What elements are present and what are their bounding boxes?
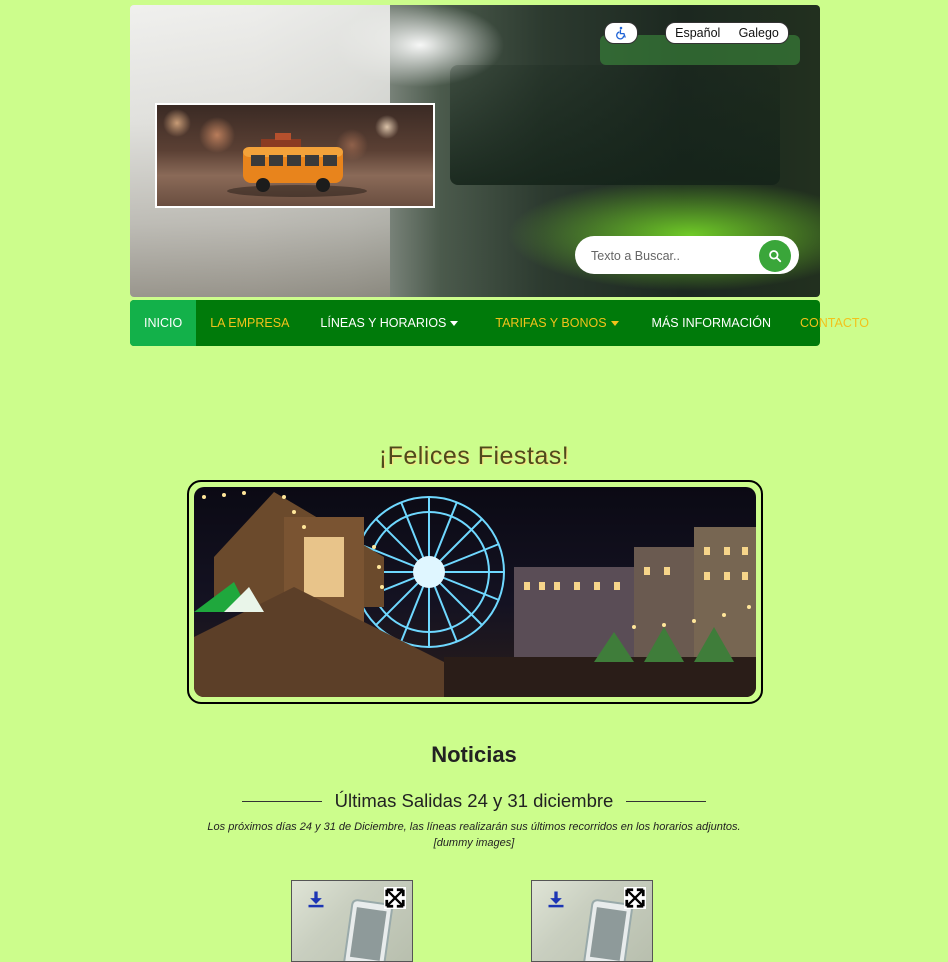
logo-image[interactable] — [155, 103, 435, 208]
news-heading: Noticias — [431, 742, 517, 767]
accessibility-button[interactable] — [604, 22, 638, 44]
fiestas-banner — [187, 480, 763, 704]
divider-line — [626, 800, 707, 802]
divider-line — [241, 800, 322, 802]
wheelchair-icon — [616, 26, 626, 40]
nav-label: CONTACTO — [800, 316, 869, 330]
language-selector: Español Galego — [665, 22, 789, 44]
nav-item-tarifas-bonos[interactable]: TARIFAS Y BONOS — [475, 300, 634, 346]
nav-item-mas-informacion[interactable]: MÁS INFORMACIÓN — [635, 300, 786, 346]
news-item-title-row: Últimas Salidas 24 y 31 diciembre — [238, 788, 710, 814]
caret-down-icon — [450, 320, 459, 326]
caret-down-icon — [610, 320, 619, 326]
main-nav: INICIO LA EMPRESA LÍNEAS Y HORARIOS TARI… — [130, 300, 869, 346]
nav-item-inicio[interactable]: INICIO — [130, 300, 197, 346]
download-icon[interactable] — [306, 889, 326, 909]
nav-item-la-empresa[interactable]: LA EMPRESA — [196, 300, 303, 346]
search-input[interactable] — [589, 245, 753, 267]
attachment-thumbnail[interactable] — [531, 880, 653, 962]
language-es[interactable]: Español — [675, 26, 720, 40]
language-gl[interactable]: Galego — [739, 26, 779, 40]
fullscreen-icon[interactable] — [624, 887, 646, 909]
attachment-thumbnail[interactable] — [291, 880, 413, 962]
header-bus-blur — [450, 65, 780, 185]
nav-item-lineas-horarios[interactable]: LÍNEAS Y HORARIOS — [303, 300, 475, 346]
news-item-description: Los próximos días 24 y 31 de Diciembre, … — [0, 819, 948, 851]
fiestas-title: ¡Felices Fiestas! — [378, 442, 570, 470]
nav-label: INICIO — [144, 316, 183, 330]
nav-label: MÁS INFORMACIÓN — [651, 316, 771, 330]
news-item-title: Últimas Salidas 24 y 31 diciembre — [334, 790, 614, 811]
search-icon — [769, 250, 782, 263]
nav-item-contacto[interactable]: CONTACTO — [786, 300, 883, 346]
news-item-text: Los próximos días 24 y 31 de Diciembre, … — [207, 821, 741, 833]
christmas-market-illustration — [194, 491, 756, 697]
bus-toy-image — [227, 133, 367, 197]
nav-label: LA EMPRESA — [210, 316, 290, 330]
nav-label: LÍNEAS Y HORARIOS — [320, 316, 447, 330]
download-icon[interactable] — [546, 889, 566, 909]
christmas-market-image[interactable] — [194, 487, 756, 697]
nav-label: TARIFAS Y BONOS — [495, 316, 607, 330]
news-item-note: [dummy images] — [433, 837, 515, 849]
fullscreen-icon[interactable] — [384, 887, 406, 909]
search-button[interactable] — [759, 240, 791, 272]
